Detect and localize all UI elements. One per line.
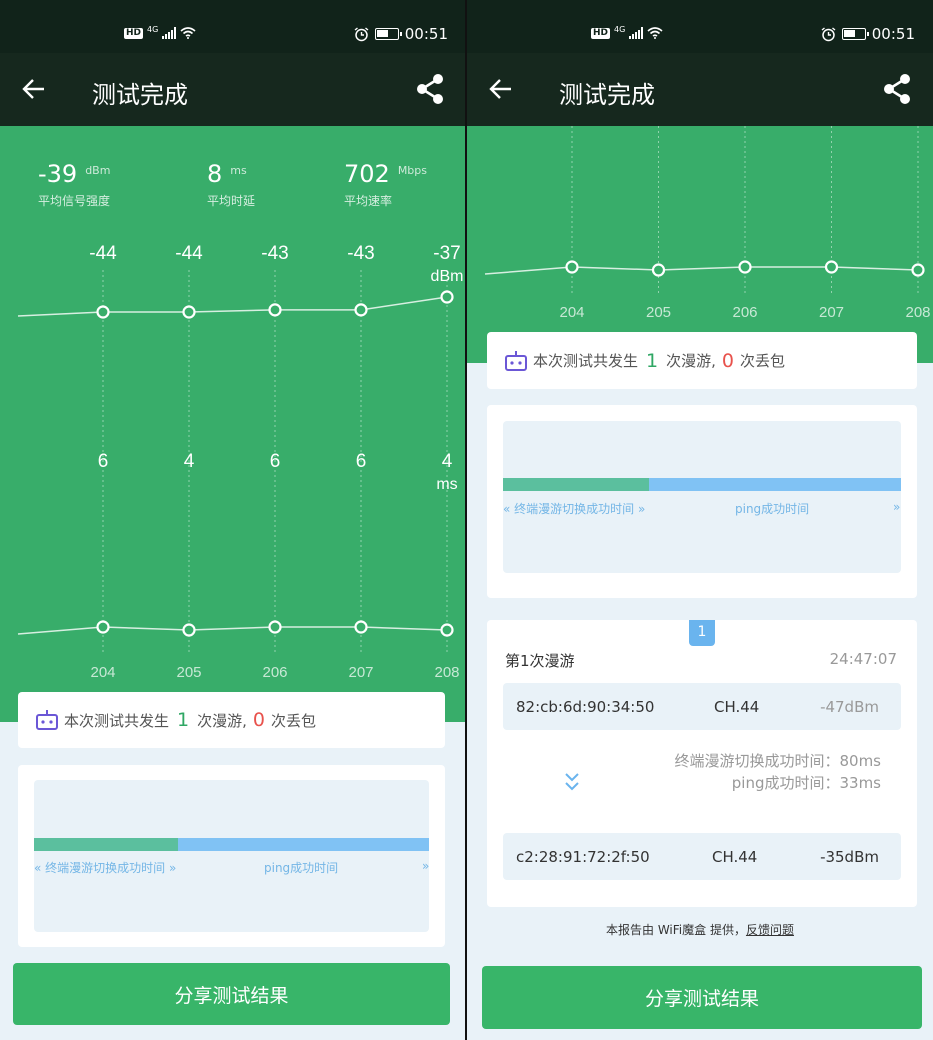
data-point (440, 290, 454, 304)
data-point (354, 303, 368, 317)
source-ap-row: 82:cb:6d:90:34:50 CH.44 -47dBm (503, 683, 901, 730)
x-tick-label: 207 (819, 304, 844, 321)
data-label: 4 (442, 451, 453, 472)
ping-end-marker: » (893, 500, 901, 514)
router-icon (505, 350, 527, 371)
ping-time-bar (649, 478, 901, 491)
series-line (17, 626, 448, 635)
target-signal: -35dBm (820, 848, 879, 866)
summary-card: 本次测试共发生 1 次漫游, 0 次丢包 (18, 692, 445, 748)
summary-roam-text: 次漫游, (666, 352, 716, 370)
timeline-area: « 终端漫游切换成功时间 » ping成功时间 » (503, 421, 901, 573)
feedback-link[interactable]: 反馈问题 (746, 923, 794, 937)
x-tick-label: 204 (90, 664, 115, 681)
roam-index-badge: 1 (689, 620, 715, 646)
summary-prefix: 本次测试共发生 (533, 352, 639, 370)
data-label: 4 (184, 451, 195, 472)
series-line (484, 266, 919, 275)
summary-card: 本次测试共发生 1 次漫游, 0 次丢包 (487, 332, 917, 389)
data-point (911, 263, 925, 277)
ping-time-value: ping成功时间：33ms (731, 774, 881, 792)
data-label: -44 (175, 243, 203, 264)
ping-time-bar (178, 838, 429, 851)
switch-time-bar (34, 838, 178, 851)
target-ap-row: c2:28:91:72:2f:50 CH.44 -35dBm (503, 833, 901, 880)
x-tick-label: 208 (905, 304, 930, 321)
unit-label: ms (436, 476, 457, 493)
timeline-card: « 终端漫游切换成功时间 » ping成功时间 » (18, 765, 445, 947)
data-point (268, 620, 282, 634)
ping-time-label: ping成功时间 (264, 861, 339, 875)
loss-count: 0 (721, 349, 734, 372)
footer: 本报告由 WiFi魔盒 提供，反馈问题 (467, 921, 933, 938)
router-icon (36, 710, 58, 730)
switch-time-legend: « 终端漫游切换成功时间 » (503, 502, 646, 516)
roam-detail-card: 1 第1次漫游 24:47:07 82:cb:6d:90:34:50 CH.44… (487, 620, 917, 907)
data-label: 6 (270, 451, 281, 472)
roam-direction-icon (565, 773, 579, 791)
data-point (440, 623, 454, 637)
summary-roam-text: 次漫游, (197, 711, 247, 730)
data-point (651, 263, 666, 277)
unit-label: dBm (431, 268, 464, 285)
data-point (182, 623, 196, 637)
source-channel: CH.44 (714, 698, 760, 716)
target-mac: c2:28:91:72:2f:50 (516, 848, 650, 866)
data-point (96, 620, 110, 634)
data-label: -43 (261, 243, 288, 264)
data-label: -43 (347, 243, 374, 264)
summary-prefix: 本次测试共发生 (64, 711, 170, 730)
x-tick-label: 204 (559, 304, 584, 321)
roam-count: 1 (646, 349, 659, 372)
data-label: -37 (433, 243, 460, 264)
data-point (565, 260, 579, 274)
x-tick-label: 208 (434, 664, 459, 681)
ping-end-marker: » (422, 859, 430, 873)
panel-separator (465, 0, 467, 1040)
loss-count: 0 (252, 709, 265, 731)
x-tick-label: 207 (348, 664, 373, 681)
screen-right: HD 4G 00:51 测试完成 204 205 206 207 208 本次测试共发生… (467, 0, 933, 1040)
timeline-card: « 终端漫游切换成功时间 » ping成功时间 » (487, 405, 917, 598)
timeline-area: « 终端漫游切换成功时间 » ping成功时间 » (34, 780, 429, 932)
data-point (354, 620, 368, 634)
roam-count: 1 (177, 709, 190, 731)
ping-time-label: ping成功时间 (735, 502, 810, 516)
summary-loss-text: 次丢包 (270, 711, 316, 730)
switch-time-bar (503, 478, 649, 491)
target-channel: CH.44 (712, 848, 758, 866)
data-label: 6 (98, 451, 109, 472)
series-line (17, 296, 448, 317)
data-point (824, 260, 839, 274)
data-point (96, 305, 110, 319)
x-tick-label: 205 (176, 664, 201, 681)
data-point (182, 305, 196, 319)
x-tick-label: 206 (262, 664, 287, 681)
source-signal: -47dBm (820, 698, 879, 716)
share-results-button[interactable]: 分享测试结果 (13, 963, 450, 1025)
roam-title: 第1次漫游 (505, 652, 575, 670)
roaming-charts: -44 -44 -43 -43 -37 dBm 6 4 6 6 4 ms 204 205 206 207 208 (17, 243, 464, 681)
data-point (268, 303, 282, 317)
data-label: 6 (356, 451, 367, 472)
footer-text: 本报告由 WiFi魔盒 提供， (606, 923, 746, 937)
screen-left: HD 4G 00:51 测试完成 -39 dBm 平均信号强度 8 ms 平均时延 … (0, 0, 466, 1040)
switch-time-legend: « 终端漫游切换成功时间 » (34, 861, 177, 875)
roam-time: 24:47:07 (829, 650, 897, 668)
data-label: -44 (89, 243, 117, 264)
x-tick-label: 205 (646, 304, 671, 321)
source-mac: 82:cb:6d:90:34:50 (516, 698, 655, 716)
x-tick-label: 206 (732, 304, 757, 321)
switch-time-value: 终端漫游切换成功时间：80ms (674, 752, 881, 770)
share-results-button[interactable]: 分享测试结果 (482, 966, 922, 1029)
summary-loss-text: 次丢包 (739, 352, 785, 370)
switch-time-label: 终端漫游切换成功时间 (45, 861, 166, 875)
latency-chart-scrolled: 204 205 206 207 208 (484, 126, 931, 321)
switch-time-label: 终端漫游切换成功时间 (514, 502, 635, 516)
roam-timing: 终端漫游切换成功时间：80ms ping成功时间：33ms (674, 750, 881, 794)
data-point (738, 260, 752, 274)
